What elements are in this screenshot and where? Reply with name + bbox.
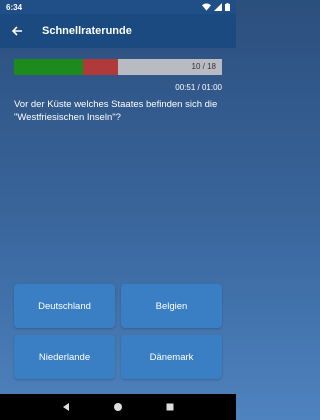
progress-correct-segment [14,59,83,75]
back-triangle-icon[interactable] [61,402,71,412]
status-icons [202,3,230,11]
recents-square-icon[interactable] [165,402,175,412]
wifi-icon [202,3,211,11]
progress-bar: 10 / 18 [14,59,222,75]
progress-wrong-segment [82,59,118,75]
home-circle-icon[interactable] [113,402,123,412]
battery-icon [225,3,230,11]
status-time: 6:34 [6,2,23,12]
page-title: Schnellraterunde [42,25,132,37]
timer: 00:51 / 01:00 [175,83,222,92]
answer-button-1[interactable]: Deutschland [14,284,115,328]
signal-icon [214,3,222,11]
answer-button-3[interactable]: Niederlande [14,335,115,379]
system-nav-bar [0,394,236,420]
status-bar: 6:34 [0,0,236,14]
answer-button-4[interactable]: Dänemark [121,335,222,379]
app-bar: Schnellraterunde [0,14,236,48]
question-text: Vor der Küste welches Staates befinden s… [14,99,218,123]
answer-button-2[interactable]: Belgien [121,284,222,328]
progress-count: 10 / 18 [191,62,216,71]
back-button[interactable] [2,14,32,48]
arrow-left-icon [11,26,22,36]
